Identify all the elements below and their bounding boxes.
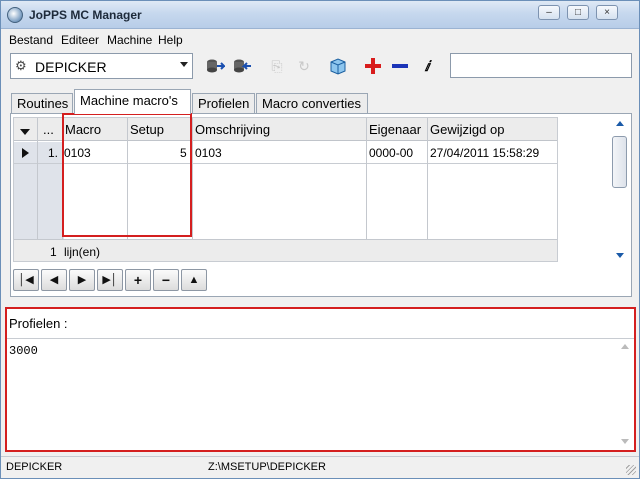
last-record-button[interactable]: ▶│: [97, 269, 123, 291]
column-divider: [37, 118, 38, 239]
package-icon[interactable]: [328, 57, 348, 75]
import-icon[interactable]: [205, 57, 227, 75]
tab-macro-converties[interactable]: Macro converties: [256, 93, 368, 113]
scroll-up-icon[interactable]: [616, 121, 624, 126]
status-machine: DEPICKER: [6, 461, 63, 473]
current-row-icon: [22, 147, 29, 161]
profielen-label: Profielen :: [9, 316, 68, 331]
copy-icon[interactable]: ⎘: [267, 57, 287, 75]
close-button[interactable]: ×: [596, 5, 618, 20]
highlight-frame: [62, 113, 192, 237]
info-icon[interactable]: ⅈ: [417, 57, 437, 75]
profielen-value[interactable]: 3000: [9, 344, 38, 358]
title-bar: JoPPS MC Manager – □ ×: [1, 1, 639, 29]
status-path: Z:\MSETUP\DEPICKER: [208, 461, 326, 473]
menu-machine[interactable]: Machine: [107, 33, 152, 47]
machine-select-value: DEPICKER: [35, 59, 107, 75]
scroll-down-icon[interactable]: [616, 253, 624, 258]
export-icon[interactable]: [232, 57, 252, 75]
toolbar: ⚙ DEPICKER ⎘ ↻ ⅈ: [1, 51, 639, 83]
resize-grip-icon[interactable]: [626, 465, 636, 475]
remove-icon[interactable]: [390, 57, 410, 75]
cell-omschrijving[interactable]: 0103: [195, 146, 222, 160]
edit-record-button[interactable]: ▲: [181, 269, 207, 291]
refresh-icon[interactable]: ↻: [294, 57, 314, 75]
column-divider: [427, 118, 428, 239]
row-count: 1: [50, 245, 57, 259]
row-count-label: lijn(en): [64, 245, 101, 259]
grid-footer: 1 lijn(en): [14, 239, 557, 261]
row-index: 1.: [48, 146, 59, 160]
column-divider: [366, 118, 367, 239]
machine-icon: ⚙: [15, 58, 27, 73]
col-indicator[interactable]: ...: [43, 122, 54, 137]
next-record-button[interactable]: ▶: [69, 269, 95, 291]
tab-profielen[interactable]: Profielen: [192, 93, 255, 113]
search-input[interactable]: [450, 53, 632, 78]
tab-routines[interactable]: Routines: [11, 93, 73, 113]
chevron-down-icon[interactable]: [180, 62, 188, 67]
scroll-down-icon[interactable]: [621, 439, 629, 444]
column-divider: [192, 118, 193, 239]
menu-bestand[interactable]: Bestand: [9, 33, 53, 47]
machine-select[interactable]: ⚙ DEPICKER: [10, 53, 193, 79]
menu-editeer[interactable]: Editeer: [61, 33, 99, 47]
prior-record-button[interactable]: ◀: [41, 269, 67, 291]
col-omschrijving[interactable]: Omschrijving: [195, 122, 270, 137]
col-gewijzigd-op[interactable]: Gewijzigd op: [430, 122, 504, 137]
scroll-thumb[interactable]: [612, 136, 627, 188]
sort-arrow-icon[interactable]: [20, 124, 30, 139]
divider: [7, 338, 634, 339]
col-eigenaar[interactable]: Eigenaar: [369, 122, 421, 137]
maximize-button[interactable]: □: [567, 5, 589, 20]
cell-eigenaar[interactable]: 0000-00: [369, 146, 413, 160]
window-title: JoPPS MC Manager: [29, 8, 142, 22]
menu-help[interactable]: Help: [158, 33, 183, 47]
tab-machine-macros[interactable]: Machine macro's: [74, 89, 191, 114]
main-window: JoPPS MC Manager – □ × Bestand Editeer M…: [0, 0, 640, 479]
minimize-button[interactable]: –: [538, 5, 560, 20]
profielen-panel: Profielen : 3000: [5, 307, 636, 452]
insert-record-button[interactable]: +: [125, 269, 151, 291]
status-bar: DEPICKER Z:\MSETUP\DEPICKER: [1, 456, 639, 478]
add-icon[interactable]: [363, 57, 383, 75]
scroll-up-icon[interactable]: [621, 344, 629, 349]
grid-scrollbar[interactable]: [610, 117, 630, 262]
cell-gewijzigd[interactable]: 27/04/2011 15:58:29: [430, 146, 539, 160]
first-record-button[interactable]: │◀: [13, 269, 39, 291]
app-icon: [7, 7, 23, 23]
delete-record-button[interactable]: −: [153, 269, 179, 291]
menu-bar: Bestand Editeer Machine Help: [1, 30, 639, 50]
